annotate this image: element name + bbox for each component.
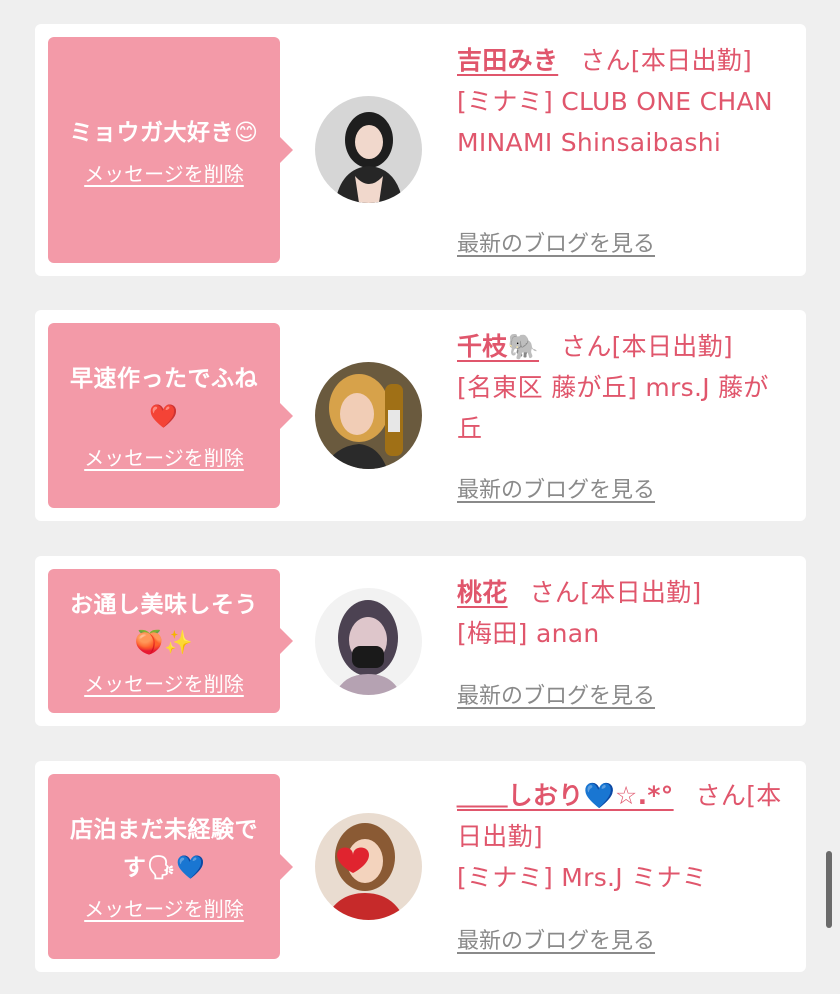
latest-blog-link[interactable]: 最新のブログを見る	[457, 678, 655, 710]
avatar[interactable]	[315, 96, 422, 203]
girl-name-link[interactable]: 吉田みき	[457, 46, 558, 75]
message-card: お通し美味しそう🍑✨ メッセージを削除 桃花 さん[本日出勤] [梅田] anan…	[35, 556, 806, 726]
girl-name-link[interactable]: ＿＿しおり💙☆.*°	[457, 781, 674, 810]
girl-info: ＿＿しおり💙☆.*° さん[本日出勤] [ミナミ] Mrs.J ミナミ	[457, 775, 786, 898]
attendance-status: さん[本日出勤]	[580, 46, 753, 75]
girl-info: 千枝🐘 さん[本日出勤] [名東区 藤が丘] mrs.J 藤が丘	[457, 326, 786, 449]
latest-blog-link[interactable]: 最新のブログを見る	[457, 226, 655, 258]
girl-info: 桃花 さん[本日出勤] [梅田] anan	[457, 572, 786, 654]
girl-name-link[interactable]: 桃花	[457, 578, 508, 607]
store-name: [梅田] anan	[457, 619, 600, 648]
attendance-status: さん[本日出勤]	[561, 332, 733, 361]
store-name: [名東区 藤が丘] mrs.J 藤が丘	[457, 373, 769, 443]
girl-name-link[interactable]: 千枝🐘	[457, 332, 539, 361]
message-text: 早速作ったでふね❤️	[70, 366, 258, 430]
avatar[interactable]	[315, 362, 422, 469]
message-card: 早速作ったでふね❤️ メッセージを削除 千枝🐘 さん[本日出勤] [名東区 藤が丘…	[35, 310, 806, 521]
avatar[interactable]	[315, 813, 422, 920]
message-text: 店泊まだ未経験です🗣💙	[70, 817, 258, 881]
message-card: ミョウガ大好き😊 メッセージを削除 吉田みき さん[本日出勤] [ミナミ] CLU…	[35, 24, 806, 276]
message-bubble: 早速作ったでふね❤️ メッセージを削除	[48, 323, 293, 508]
store-name: [ミナミ] Mrs.J ミナミ	[457, 863, 708, 892]
message-bubble: 店泊まだ未経験です🗣💙 メッセージを削除	[48, 774, 293, 959]
delete-message-link[interactable]: メッセージを削除	[84, 158, 244, 187]
message-text: お通し美味しそう🍑✨	[70, 591, 258, 656]
girl-info: 吉田みき さん[本日出勤] [ミナミ] CLUB ONE CHAN MINAMI …	[457, 40, 786, 163]
attendance-status: さん[本日出勤]	[529, 578, 702, 607]
avatar[interactable]	[315, 588, 422, 695]
delete-message-link[interactable]: メッセージを削除	[84, 442, 244, 471]
message-text: ミョウガ大好き😊	[69, 119, 259, 146]
latest-blog-link[interactable]: 最新のブログを見る	[457, 472, 655, 504]
delete-message-link[interactable]: メッセージを削除	[84, 668, 244, 697]
message-bubble: お通し美味しそう🍑✨ メッセージを削除	[48, 569, 293, 713]
latest-blog-link[interactable]: 最新のブログを見る	[457, 923, 655, 955]
message-card: 店泊まだ未経験です🗣💙 メッセージを削除 ＿＿しおり💙☆.*° さん[本日出勤] …	[35, 761, 806, 972]
delete-message-link[interactable]: メッセージを削除	[84, 893, 244, 922]
store-name: [ミナミ] CLUB ONE CHAN MINAMI Shinsaibashi	[457, 87, 773, 157]
scrollbar[interactable]	[826, 851, 832, 928]
message-bubble: ミョウガ大好き😊 メッセージを削除	[48, 37, 293, 263]
